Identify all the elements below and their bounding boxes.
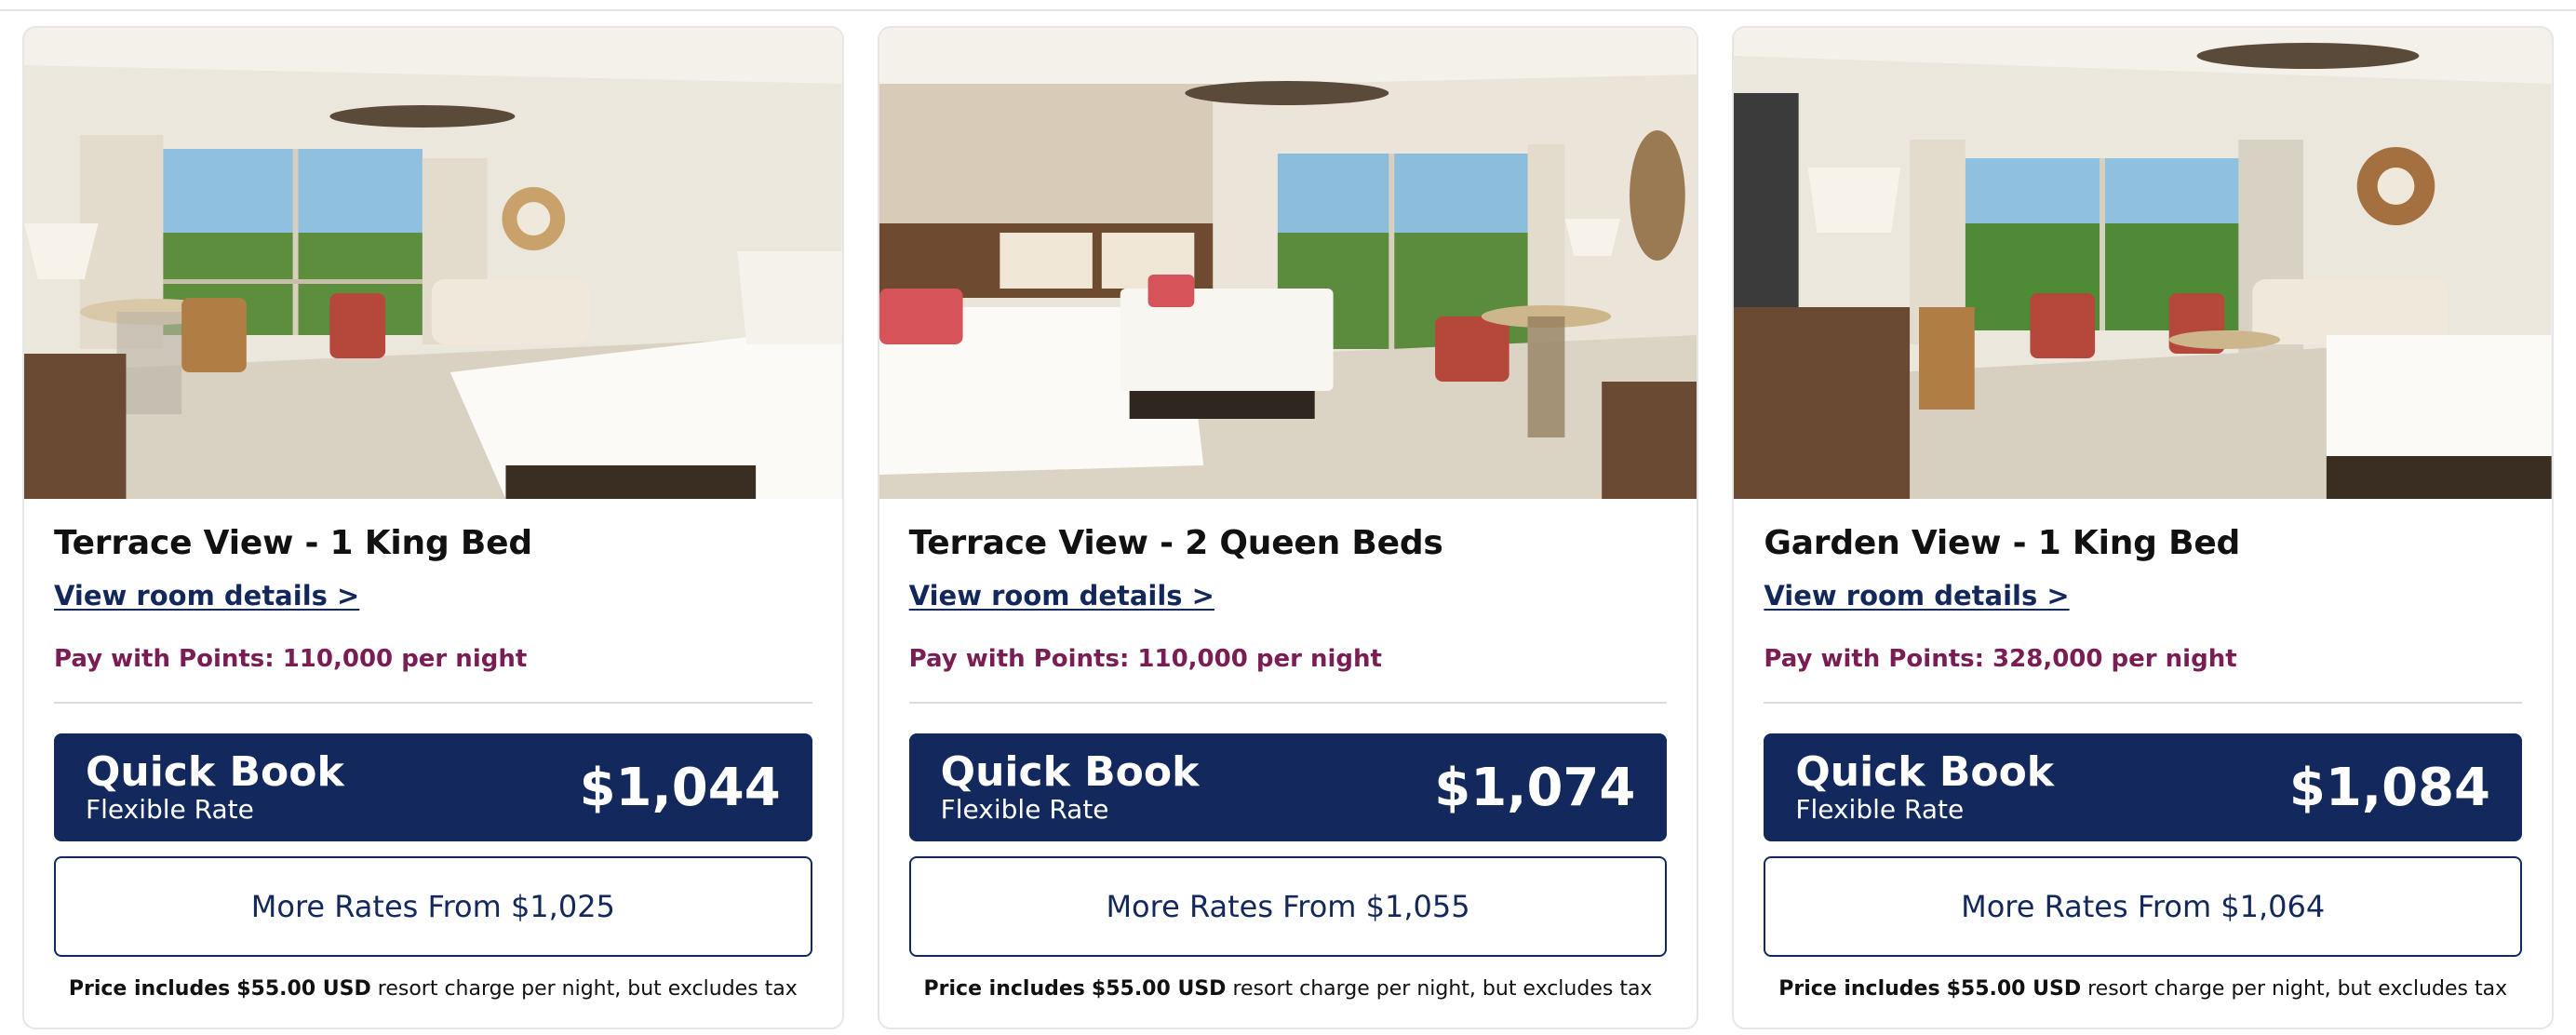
- top-divider: [0, 9, 2576, 11]
- flexible-rate-label: Flexible Rate: [86, 794, 254, 825]
- more-rates-button[interactable]: More Rates From $1,064: [1764, 856, 2523, 957]
- price-note: Price includes $55.00 USD resort charge …: [54, 975, 812, 1003]
- quick-book-label: Quick Book: [86, 748, 344, 796]
- room-title: Terrace View - 2 Queen Beds: [908, 524, 1443, 562]
- resort-charge-amount: $55.00 USD: [1091, 977, 1227, 1001]
- quick-book-price: $1,044: [579, 757, 781, 818]
- quick-book-button[interactable]: Quick Book Flexible Rate $1,044: [54, 733, 812, 841]
- price-note-prefix: Price includes: [1778, 977, 1940, 1001]
- flexible-rate-label: Flexible Rate: [940, 794, 1109, 825]
- quick-book-label: Quick Book: [940, 748, 1200, 796]
- quick-book-price: $1,084: [2288, 757, 2491, 818]
- price-note: Price includes $55.00 USD resort charge …: [1764, 975, 2522, 1003]
- flexible-rate-label: Flexible Rate: [1795, 794, 1965, 825]
- room-cards-list: Terrace View - 1 King Bed View room deta…: [22, 26, 2555, 1029]
- view-room-details-link[interactable]: View room details >: [54, 577, 359, 614]
- view-room-details-link[interactable]: View room details >: [909, 577, 1214, 614]
- points-price: Pay with Points: 328,000 per night: [1764, 645, 2237, 673]
- quick-book-button[interactable]: Quick Book Flexible Rate $1,084: [1764, 733, 2523, 841]
- room-photo[interactable]: [24, 28, 842, 499]
- points-price: Pay with Points: 110,000 per night: [54, 645, 528, 673]
- divider: [54, 702, 812, 704]
- more-rates-button[interactable]: More Rates From $1,055: [908, 856, 1668, 957]
- room-card: Terrace View - 2 Queen Beds View room de…: [877, 26, 1699, 1029]
- more-rates-button[interactable]: More Rates From $1,025: [54, 856, 812, 957]
- room-photo[interactable]: [1734, 28, 2553, 499]
- price-note-suffix: resort charge per night, but excludes ta…: [377, 977, 798, 1001]
- room-title: Garden View - 1 King Bed: [1764, 524, 2241, 562]
- price-note-prefix: Price includes: [923, 977, 1085, 1001]
- resort-charge-amount: $55.00 USD: [1946, 977, 2082, 1001]
- room-card: Garden View - 1 King Bed View room detai…: [1732, 26, 2555, 1029]
- price-note: Price includes $55.00 USD resort charge …: [909, 975, 1668, 1003]
- room-card: Terrace View - 1 King Bed View room deta…: [22, 26, 844, 1029]
- room-title: Terrace View - 1 King Bed: [54, 524, 532, 562]
- points-price: Pay with Points: 110,000 per night: [908, 645, 1382, 673]
- quick-book-label: Quick Book: [1795, 748, 2055, 796]
- price-note-prefix: Price includes: [68, 977, 231, 1001]
- price-note-suffix: resort charge per night, but excludes ta…: [1232, 977, 1653, 1001]
- quick-book-button[interactable]: Quick Book Flexible Rate $1,074: [908, 733, 1668, 841]
- price-note-suffix: resort charge per night, but excludes ta…: [2087, 977, 2508, 1001]
- view-room-details-link[interactable]: View room details >: [1764, 577, 2069, 614]
- divider: [1764, 702, 2523, 704]
- quick-book-price: $1,074: [1434, 757, 1636, 818]
- room-photo[interactable]: [879, 28, 1697, 499]
- divider: [908, 702, 1668, 704]
- resort-charge-amount: $55.00 USD: [236, 977, 371, 1001]
